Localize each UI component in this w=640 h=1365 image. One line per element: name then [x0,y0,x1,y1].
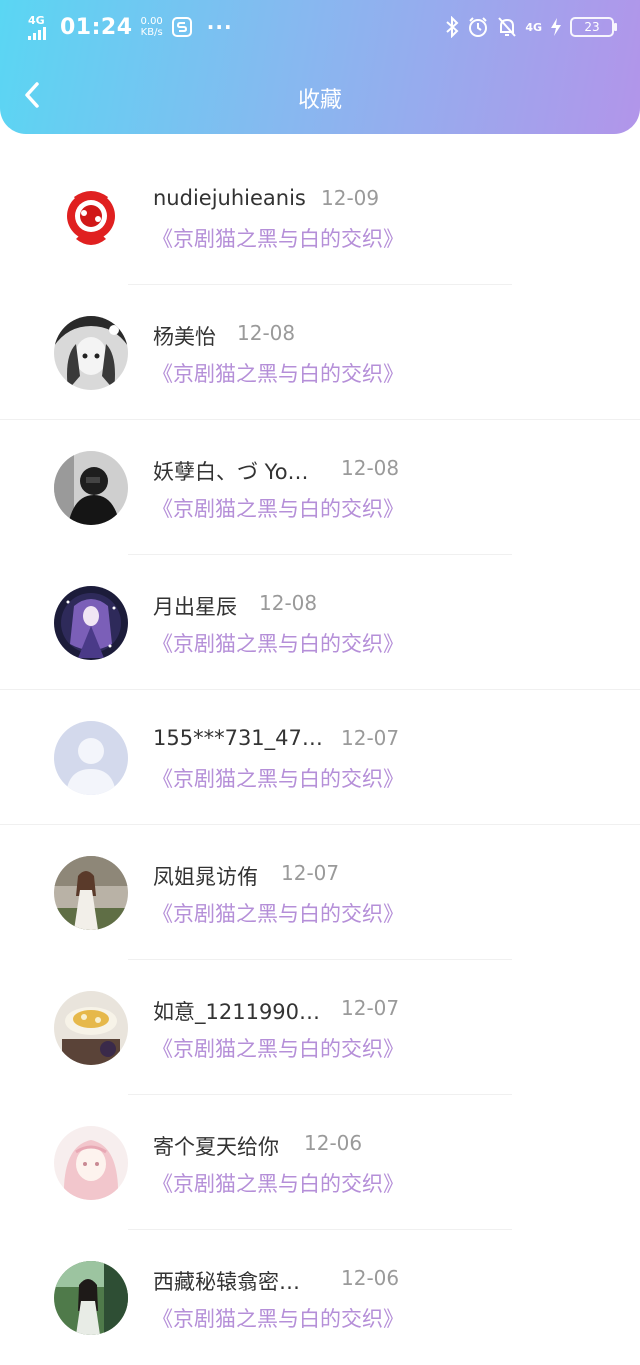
list-item[interactable]: 西藏秘辕翕密… 12-06 《京剧猫之黑与白的交织》 [0,1230,640,1365]
list-item[interactable]: 杨美怡 12-08 《京剧猫之黑与白的交织》 [0,285,640,420]
book-title-link[interactable]: 《京剧猫之黑与白的交织》 [152,223,404,253]
favorite-date: 12-06 [341,1266,400,1290]
list-item[interactable]: nudiejuhieanis 12-09 《京剧猫之黑与白的交织》 [0,150,640,285]
alarm-icon [469,17,488,37]
network-type-right: 4G [525,20,542,34]
avatar[interactable] [54,856,128,930]
app-notification-icon [171,17,192,37]
favorite-date: 12-07 [341,996,400,1020]
avatar[interactable] [54,316,128,390]
more-notifications-icon: ··· [206,15,233,39]
favorites-list: nudiejuhieanis 12-09 《京剧猫之黑与白的交织》 杨美怡 12… [0,150,640,1365]
user-name: nudiejuhieanis [153,186,306,210]
book-title-link[interactable]: 《京剧猫之黑与白的交织》 [152,1303,404,1333]
list-item[interactable]: 月出星辰 12-08 《京剧猫之黑与白的交织》 [0,555,640,690]
avatar[interactable] [54,1261,128,1335]
book-title-link[interactable]: 《京剧猫之黑与白的交织》 [152,1168,404,1198]
book-title-link[interactable]: 《京剧猫之黑与白的交织》 [152,1033,404,1063]
favorite-date: 12-08 [341,456,400,480]
favorite-date: 12-09 [321,186,380,210]
user-name: 凤姐晁访侑 [153,865,258,889]
book-title-link[interactable]: 《京剧猫之黑与白的交织》 [152,493,404,523]
book-title-link[interactable]: 《京剧猫之黑与白的交织》 [152,898,404,928]
avatar[interactable] [54,586,128,660]
book-title-link[interactable]: 《京剧猫之黑与白的交织》 [152,763,404,793]
cellular-signal-icon: 4G [28,14,52,40]
favorite-date: 12-08 [237,321,296,345]
list-item[interactable]: 155***731_47… 12-07 《京剧猫之黑与白的交织》 [0,690,640,825]
status-time: 01:24 [60,14,133,40]
user-name: 月出星辰 [153,595,237,619]
favorite-date: 12-06 [304,1131,363,1155]
charging-icon [551,18,561,36]
favorite-date: 12-07 [281,861,340,885]
user-name: 寄个夏天给你 [153,1135,279,1159]
list-item[interactable]: 凤姐晁访侑 12-07 《京剧猫之黑与白的交织》 [0,825,640,960]
list-item[interactable]: 寄个夏天给你 12-06 《京剧猫之黑与白的交织》 [0,1095,640,1230]
bluetooth-icon [446,16,459,38]
avatar[interactable] [54,451,128,525]
network-type: 4G [28,14,45,27]
favorite-date: 12-08 [259,591,318,615]
user-name: 155***731_47… [153,726,323,750]
default-avatar-icon[interactable] [54,721,128,795]
status-bar: 4G 01:24 0.00 KB/s ··· 4G 23 [0,0,640,58]
battery-indicator: 23 [570,17,617,37]
book-title-link[interactable]: 《京剧猫之黑与白的交织》 [152,628,404,658]
user-name: 西藏秘辕翕密… [153,1270,300,1294]
favorite-date: 12-07 [341,726,400,750]
avatar[interactable] [54,991,128,1065]
list-item[interactable]: 妖孽白、づ Yo… 12-08 《京剧猫之黑与白的交织》 [0,420,640,555]
user-name: 如意_1211990… [153,1000,321,1024]
mute-bell-icon [498,17,517,37]
speed-value: 0.00 [140,16,163,27]
top-header: 4G 01:24 0.00 KB/s ··· 4G 23 收藏 [0,0,640,134]
avatar[interactable] [54,181,128,255]
user-name: 杨美怡 [153,325,216,349]
user-name: 妖孽白、づ Yo… [153,460,309,484]
page-title: 收藏 [297,88,342,113]
speed-unit: KB/s [140,27,163,38]
book-title-link[interactable]: 《京剧猫之黑与白的交织》 [152,358,404,388]
network-speed: 0.00 KB/s [141,16,163,38]
avatar[interactable] [54,1126,128,1200]
list-item[interactable]: 如意_1211990… 12-07 《京剧猫之黑与白的交织》 [0,960,640,1095]
